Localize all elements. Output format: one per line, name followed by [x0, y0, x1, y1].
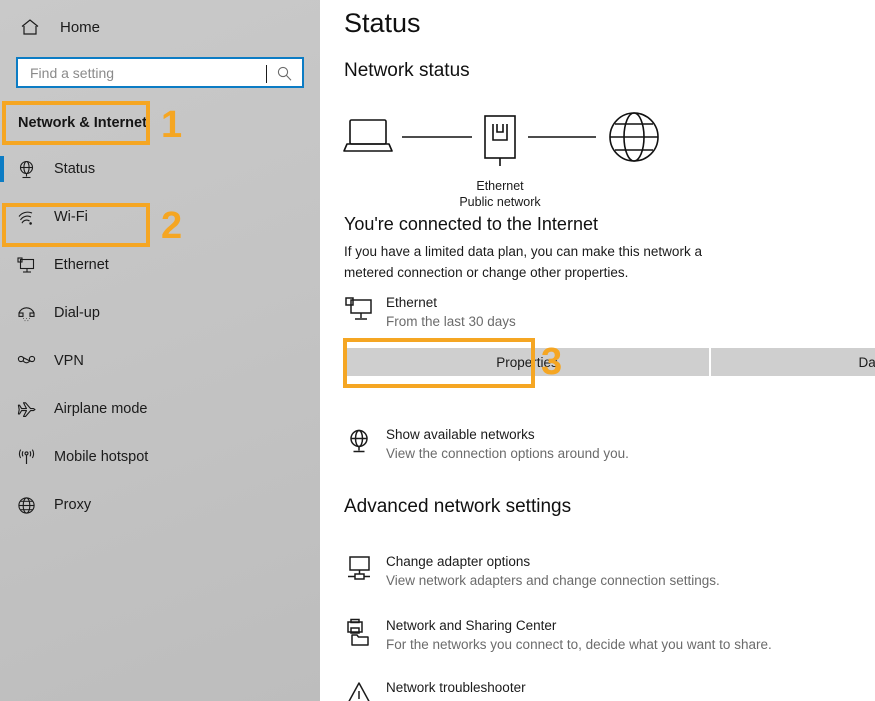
sidebar-item-ethernet-label: Ethernet [54, 257, 109, 273]
connection-status-heading: You're connected to the Internet [344, 214, 598, 234]
show-available-networks-sub: View the connection options around you. [386, 446, 629, 461]
show-available-networks-title: Show available networks [386, 427, 535, 442]
properties-button[interactable]: Properties [345, 348, 709, 376]
sharing-folder-icon [344, 618, 374, 648]
sidebar-item-status-label: Status [54, 161, 96, 177]
sidebar-item-proxy[interactable]: Proxy [0, 481, 320, 529]
advanced-settings-heading: Advanced network settings [344, 496, 572, 517]
ethernet-connection-sub: From the last 30 days [386, 314, 516, 329]
monitor-adapter-icon [344, 554, 374, 584]
connection-actions: Properties Data usage [345, 348, 875, 376]
change-adapter-options-sub: View network adapters and change connect… [386, 573, 720, 588]
search-input[interactable] [30, 60, 245, 85]
sidebar-item-ethernet[interactable]: Ethernet [0, 241, 320, 289]
ethernet-icon [15, 254, 37, 276]
network-status-icon [15, 158, 37, 180]
diagram-caption-line1: Ethernet [476, 179, 524, 193]
sidebar-category-header[interactable]: Network & Internet [0, 101, 320, 145]
sidebar-item-dialup[interactable]: Dial-up [0, 289, 320, 337]
sidebar-item-mobile-hotspot-label: Mobile hotspot [54, 449, 149, 465]
airplane-icon [15, 398, 37, 420]
sidebar-item-home[interactable]: Home [0, 10, 320, 44]
home-icon [18, 15, 42, 39]
laptop-icon [343, 119, 393, 152]
sidebar-item-home-label: Home [60, 18, 101, 36]
sidebar-nav: Network & Internet Status Wi-Fi Ethernet… [0, 101, 320, 529]
sidebar-item-airplane-mode-label: Airplane mode [54, 401, 148, 417]
monitor-ethernet-icon [344, 295, 374, 325]
network-status-heading: Network status [344, 60, 470, 81]
settings-window: Home Network & Internet [0, 0, 875, 701]
sidebar-item-wifi-label: Wi-Fi [54, 209, 88, 225]
page-title: Status [344, 8, 421, 38]
main-content: Status Network status Ethernet Public ne… [320, 0, 875, 701]
network-sharing-center-title: Network and Sharing Center [386, 618, 557, 633]
globe-icon [15, 494, 37, 516]
change-adapter-options-title: Change adapter options [386, 554, 531, 569]
sidebar-item-vpn-label: VPN [54, 353, 84, 369]
show-available-networks-link[interactable]: Show available networks View the connect… [344, 425, 629, 463]
search-icon[interactable] [276, 65, 293, 82]
data-usage-button[interactable]: Data usage [711, 348, 875, 376]
globe-monitor-icon [344, 427, 374, 457]
diagram-caption-line2: Public network [459, 195, 541, 209]
network-troubleshooter-title: Network troubleshooter [386, 680, 526, 695]
network-troubleshooter-link[interactable]: Network troubleshooter [344, 678, 526, 701]
search-box[interactable] [16, 57, 304, 88]
sidebar: Home Network & Internet [0, 0, 320, 701]
ethernet-connection-entry: Ethernet From the last 30 days [344, 293, 516, 331]
sidebar-item-vpn[interactable]: VPN [0, 337, 320, 385]
sidebar-item-status[interactable]: Status [0, 145, 320, 193]
network-sharing-center-sub: For the networks you connect to, decide … [386, 637, 772, 652]
sidebar-item-dialup-label: Dial-up [54, 305, 100, 321]
warning-triangle-icon [344, 680, 374, 701]
network-sharing-center-link[interactable]: Network and Sharing Center For the netwo… [344, 616, 772, 654]
text-caret [266, 65, 267, 83]
connection-status-description: If you have a limited data plan, you can… [344, 244, 702, 280]
ethernet-connection-name: Ethernet [386, 295, 438, 310]
sidebar-item-wifi[interactable]: Wi-Fi [0, 193, 320, 241]
ethernet-port-icon [484, 115, 516, 166]
wifi-icon [15, 206, 37, 228]
globe-icon [609, 112, 659, 162]
change-adapter-options-link[interactable]: Change adapter options View network adap… [344, 552, 720, 590]
sidebar-item-proxy-label: Proxy [54, 497, 92, 513]
sidebar-item-mobile-hotspot[interactable]: Mobile hotspot [0, 433, 320, 481]
diagram-caption: Ethernet Public network [340, 178, 660, 210]
sidebar-category-label: Network & Internet [18, 115, 147, 131]
dialup-phone-icon [15, 302, 37, 324]
vpn-icon [15, 350, 37, 372]
selection-indicator [0, 156, 4, 182]
sidebar-item-airplane-mode[interactable]: Airplane mode [0, 385, 320, 433]
hotspot-icon [15, 446, 37, 468]
